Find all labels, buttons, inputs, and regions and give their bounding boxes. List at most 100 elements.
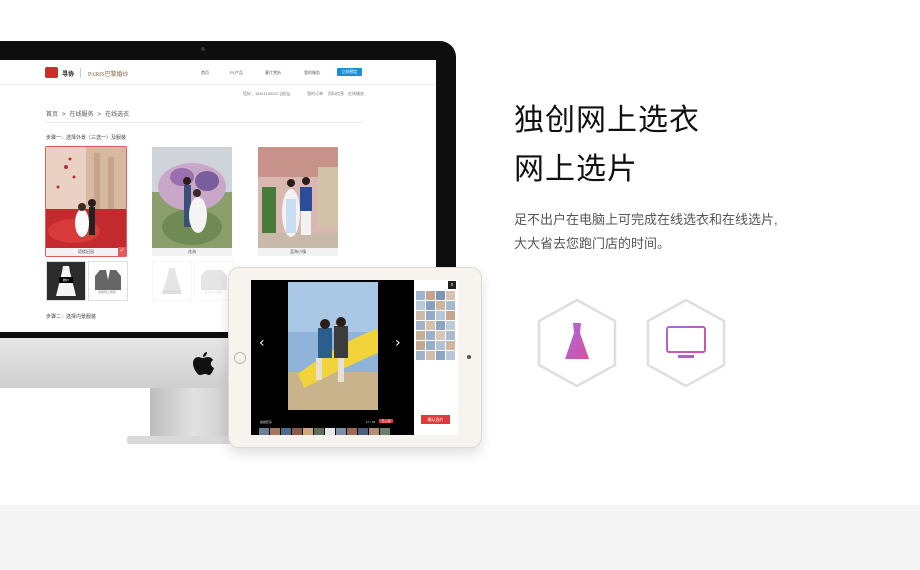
- ipad-home-button: [234, 352, 246, 364]
- monitor-feature-badge[interactable]: [645, 298, 727, 388]
- film-thumb[interactable]: [314, 428, 324, 435]
- breadcrumb-home[interactable]: 首页: [46, 112, 58, 118]
- film-thumb[interactable]: [270, 428, 280, 435]
- grid-thumb[interactable]: [416, 291, 425, 300]
- grid-thumb[interactable]: [446, 321, 455, 330]
- step2-title: 步骤二：选择内景服装: [46, 314, 97, 320]
- step1-title: 步骤一：选择外景（三选一）及服装: [46, 135, 127, 141]
- film-thumb[interactable]: [259, 428, 269, 435]
- suit-thumb-1[interactable]: [88, 261, 128, 301]
- viewer-main-photo: [288, 282, 378, 410]
- description-line-2: 大大省去您跑门店的时间。: [514, 236, 671, 251]
- grid-thumb[interactable]: [446, 351, 455, 360]
- filmstrip: [259, 428, 404, 435]
- viewer-package-label: 拍摄套系: [260, 420, 273, 424]
- viewer-count: 17 / 48: [366, 420, 376, 424]
- grid-thumb[interactable]: [446, 291, 455, 300]
- grid-thumb[interactable]: [426, 311, 435, 320]
- film-thumb[interactable]: [336, 428, 346, 435]
- nav-services[interactable]: 我的服务: [304, 70, 320, 76]
- selected-flag[interactable]: 已入选: [379, 419, 393, 423]
- photo-viewer: ‹ › 拍摄套系 17 / 48 已入选 x 确认选片: [251, 280, 458, 435]
- nav-gallery[interactable]: 客片赏析: [265, 70, 281, 76]
- grid-thumb[interactable]: [436, 341, 445, 350]
- location-caption-2: 花海: [152, 248, 232, 256]
- headline-line-1: 独创网上选衣: [514, 104, 700, 137]
- film-thumb[interactable]: [347, 428, 357, 435]
- selection-grid: [416, 291, 456, 360]
- location-card-2[interactable]: [152, 147, 232, 256]
- location-card-3[interactable]: [258, 147, 338, 256]
- ipad-camera: [467, 355, 471, 359]
- film-thumb[interactable]: [380, 428, 390, 435]
- suit-caption-2: 选择男士服装: [203, 290, 222, 294]
- prev-photo-button[interactable]: ‹: [259, 335, 265, 351]
- breadcrumb-service[interactable]: 在线服务: [70, 112, 94, 118]
- grid-thumb[interactable]: [426, 301, 435, 310]
- site-logo-text[interactable]: 寻协: [62, 69, 74, 78]
- grid-thumb[interactable]: [426, 331, 435, 340]
- dress-feature-badge[interactable]: [536, 298, 618, 388]
- grid-thumb[interactable]: [436, 331, 445, 340]
- film-thumb[interactable]: [325, 428, 335, 435]
- film-thumb[interactable]: [281, 428, 291, 435]
- nav-home[interactable]: 首页: [201, 70, 209, 76]
- location-photo-3: [258, 147, 338, 256]
- breadcrumb: 首页 > 在线服务 > 在线选衣: [46, 112, 130, 118]
- grid-thumb[interactable]: [426, 291, 435, 300]
- grid-thumb[interactable]: [446, 341, 455, 350]
- selected-check-icon: ✓: [118, 247, 126, 256]
- breadcrumb-divider: [46, 122, 362, 123]
- film-thumb[interactable]: [369, 428, 379, 435]
- confirm-selection-button[interactable]: 确认选片: [421, 415, 450, 424]
- userbar-support[interactable]: 在线服务: [348, 91, 364, 97]
- grid-thumb[interactable]: [446, 331, 455, 340]
- grid-thumb[interactable]: [426, 351, 435, 360]
- book-now-button[interactable]: 立刻预定: [337, 68, 362, 76]
- footer-band: [0, 505, 920, 570]
- grid-thumb[interactable]: [436, 291, 445, 300]
- grid-thumb[interactable]: [416, 321, 425, 330]
- suit-icon: [95, 270, 121, 290]
- location-card-1[interactable]: [45, 146, 127, 257]
- film-thumb[interactable]: [292, 428, 302, 435]
- location-photo-2: [152, 147, 232, 256]
- imac-camera: [201, 47, 205, 51]
- ipad-mockup: ‹ › 拍摄套系 17 / 48 已入选 x 确认选片: [228, 267, 482, 448]
- film-thumb[interactable]: [358, 428, 368, 435]
- suit-caption-1: 选择男士服装: [97, 290, 116, 294]
- breadcrumb-current: 在线选衣: [105, 112, 130, 118]
- wedding-dress-icon: [162, 268, 182, 294]
- userbar-profile[interactable]: 资料信息: [328, 91, 344, 97]
- nav-products[interactable]: P1产品: [230, 70, 243, 76]
- selection-panel: x 确认选片: [414, 280, 458, 435]
- site-navbar: 寻协 PARIS巴黎婚纱 首页 P1产品 客片赏析 我的服务 立刻预定: [0, 60, 436, 85]
- grid-thumb[interactable]: [416, 301, 425, 310]
- film-thumb[interactable]: [303, 428, 313, 435]
- userbar-greeting: 您好，18811140037 [退出]: [243, 91, 291, 96]
- grid-thumb[interactable]: [446, 301, 455, 310]
- grid-thumb[interactable]: [446, 311, 455, 320]
- dress-thumb-2[interactable]: [152, 261, 192, 301]
- close-icon[interactable]: x: [448, 281, 456, 289]
- grid-thumb[interactable]: [436, 301, 445, 310]
- location-photo-1: [46, 147, 126, 256]
- grid-thumb[interactable]: [436, 351, 445, 360]
- grid-thumb[interactable]: [416, 341, 425, 350]
- grid-thumb[interactable]: [416, 331, 425, 340]
- dress-badge: 婚纱: [59, 277, 73, 283]
- grid-thumb[interactable]: [416, 351, 425, 360]
- grid-thumb[interactable]: [426, 321, 435, 330]
- userbar-orders[interactable]: 我的订单: [307, 91, 323, 97]
- headline-line-2: 网上选片: [514, 153, 638, 186]
- site-logo-icon[interactable]: [45, 67, 58, 78]
- apple-logo-icon: [193, 352, 214, 375]
- dress-caption-2: 选择婚纱款式: [161, 290, 180, 294]
- grid-thumb[interactable]: [436, 321, 445, 330]
- grid-thumb[interactable]: [416, 311, 425, 320]
- grid-thumb[interactable]: [426, 341, 435, 350]
- grid-thumb[interactable]: [436, 311, 445, 320]
- site-brand[interactable]: PARIS巴黎婚纱: [88, 69, 128, 78]
- dress-thumb-1[interactable]: 婚纱: [46, 261, 86, 301]
- next-photo-button[interactable]: ›: [395, 335, 401, 351]
